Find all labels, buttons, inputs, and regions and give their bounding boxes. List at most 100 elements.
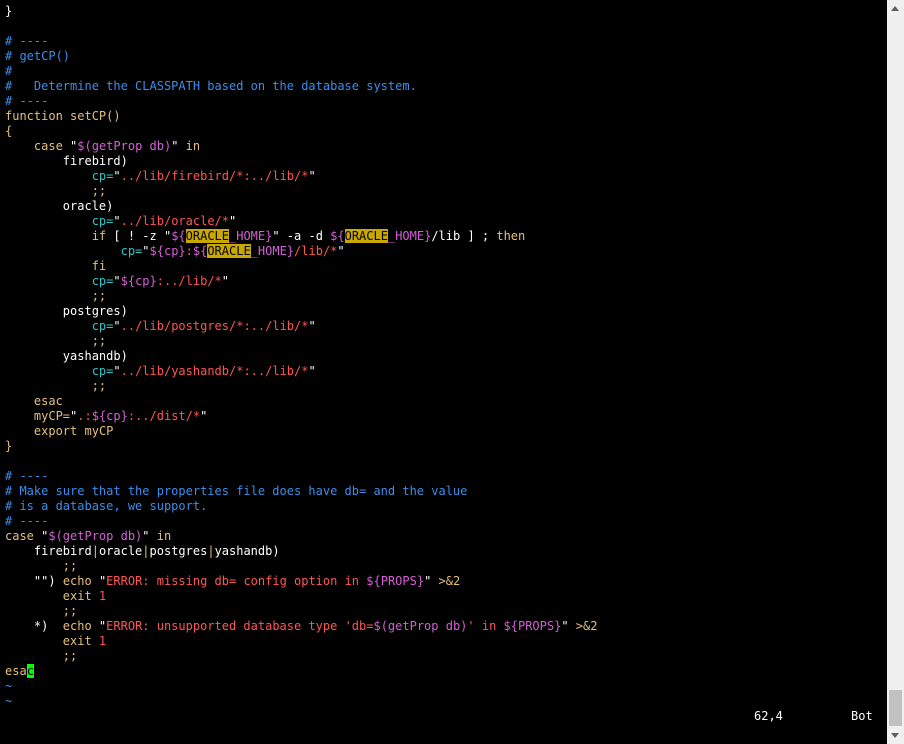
text-cursor: c: [26, 664, 34, 678]
code-token: ERROR: unsupported database type 'db=: [106, 619, 374, 633]
code-token: _HOME}: [250, 244, 295, 258]
code-token: ": [142, 529, 150, 543]
code-line: case "$(getProp db)" in: [5, 139, 200, 154]
code-token: postgres: [149, 544, 208, 558]
code-token: ": [229, 214, 237, 228]
code-token: yashandb): [5, 349, 128, 363]
code-token: ${cp}: [120, 274, 157, 288]
code-token: 1: [91, 589, 107, 603]
code-token: postgres): [5, 304, 128, 318]
code-line: postgres): [5, 304, 128, 319]
code-token: ~: [5, 679, 13, 693]
scroll-up-button[interactable]: [887, 0, 904, 17]
code-token: >&2: [431, 574, 461, 588]
code-line: function setCP(): [5, 109, 121, 124]
code-token: if: [91, 229, 107, 243]
code-line: ;;: [5, 604, 77, 619]
code-token: ${: [330, 229, 345, 243]
code-line: cp="${cp}:../lib/*": [5, 274, 229, 289]
code-token: *): [5, 619, 63, 633]
code-token: ../lib/oracle/*: [120, 214, 229, 228]
code-token: .:: [77, 409, 92, 423]
code-line: # ----: [5, 94, 48, 109]
code-token: #: [5, 64, 13, 78]
code-line: ;;: [5, 334, 106, 349]
code-token: # ----: [5, 469, 49, 483]
scroll-down-button[interactable]: [887, 727, 904, 744]
code-token: cp=: [91, 364, 114, 378]
code-token: # ----: [5, 94, 49, 108]
code-token: ;;: [91, 334, 107, 348]
code-line: # getCP(): [5, 49, 70, 64]
arrow-down-icon: [891, 733, 899, 738]
code-token: # is a database, we support.: [5, 499, 208, 513]
code-line: if [ ! -z "${ORACLE_HOME}" -a -d ${ORACL…: [5, 229, 525, 244]
code-line: exit 1: [5, 589, 106, 604]
code-line: # ----: [5, 34, 48, 49]
code-line: ;;: [5, 559, 77, 574]
code-line: exit 1: [5, 634, 106, 649]
code-token: yashandb): [214, 544, 280, 558]
code-line: case "$(getProp db)" in: [5, 529, 171, 544]
code-token: ORACLE: [185, 229, 229, 243]
code-token: $(getProp db): [77, 139, 172, 153]
code-token: |: [142, 544, 150, 558]
code-token: $(getProp db): [373, 619, 468, 633]
code-token: in: [178, 139, 201, 153]
code-token: ${cp}: [91, 409, 128, 423]
code-token: ": [113, 319, 121, 333]
code-token: myCP=: [33, 409, 71, 423]
code-token: ": [113, 169, 121, 183]
code-token: cp=: [91, 214, 114, 228]
terminal-vim-editor[interactable]: } # ---- # getCP() # # Determine the CLASSPA…: [0, 0, 887, 744]
code-line: cp="../lib/postgres/*:../lib/*": [5, 319, 316, 334]
code-token: ": [91, 574, 107, 588]
code-line: yashandb): [5, 349, 128, 364]
code-line: export myCP: [5, 424, 113, 439]
code-token: fi: [91, 259, 107, 273]
code-token: ;;: [62, 604, 78, 618]
code-line: }: [5, 4, 12, 19]
code-token: case: [33, 139, 63, 153]
code-line: ;;: [5, 289, 106, 304]
code-token: cp=: [120, 244, 143, 258]
code-line: oracle): [5, 199, 114, 214]
code-token: ": [113, 364, 121, 378]
code-token: /lib/*: [294, 244, 338, 258]
vertical-scrollbar[interactable]: [887, 0, 904, 744]
code-token: ;;: [91, 379, 107, 393]
cursor-position: 62,4: [754, 709, 783, 723]
code-line: {: [5, 124, 12, 139]
code-token: ": [200, 409, 208, 423]
code-token: ' in: [467, 619, 504, 633]
code-token: ../lib/postgres/*:../lib/*: [120, 319, 309, 333]
scroll-indicator: Bot: [851, 709, 873, 723]
code-token: ": [113, 214, 121, 228]
code-token: esac: [33, 394, 63, 408]
code-token: ORACLE: [344, 229, 388, 243]
code-token: ;;: [91, 184, 107, 198]
code-token: /lib ] ;: [431, 229, 497, 243]
code-token: ;;: [62, 559, 78, 573]
code-token: ": [33, 529, 49, 543]
code-line: ~: [5, 694, 12, 709]
arrow-up-icon: [891, 6, 899, 11]
code-line: firebird): [5, 154, 128, 169]
code-token: ": [308, 364, 316, 378]
code-token: ": [561, 619, 569, 633]
code-line: cp="../lib/firebird/*:../lib/*": [5, 169, 316, 184]
code-token: in: [149, 529, 172, 543]
code-token: myCP: [77, 424, 114, 438]
scrollbar-thumb[interactable]: [889, 690, 902, 726]
code-token: :../dist/*: [127, 409, 201, 423]
